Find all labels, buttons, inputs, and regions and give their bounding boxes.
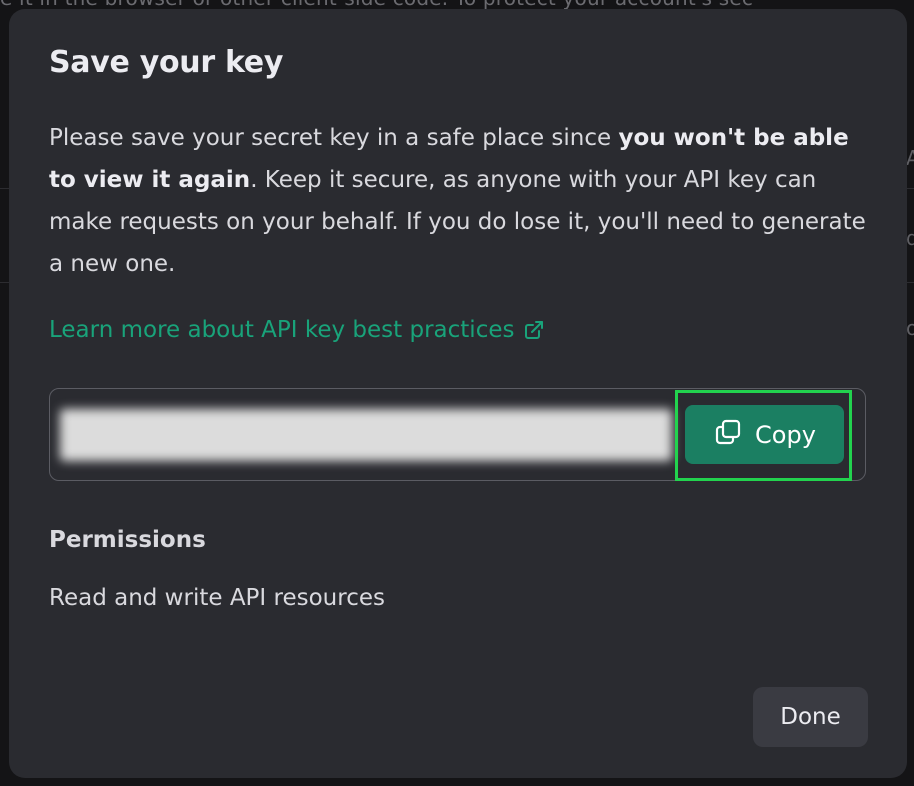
dialog-title: Save your key	[49, 45, 284, 80]
description-text-start: Please save your secret key in a safe pl…	[49, 125, 619, 151]
permissions-value: Read and write API resources	[49, 585, 385, 611]
redacted-key-value	[60, 409, 672, 461]
background-glyph: A	[906, 146, 914, 170]
background-glyph: o	[906, 316, 914, 340]
learn-more-link[interactable]: Learn more about API key best practices	[49, 317, 544, 343]
background-glyph: d	[906, 226, 914, 250]
done-button[interactable]: Done	[753, 687, 868, 747]
copy-icon	[713, 417, 743, 453]
save-key-dialog: Save your key Please save your secret ke…	[9, 9, 907, 778]
copy-key-button[interactable]: Copy	[685, 405, 844, 464]
copy-button-label: Copy	[755, 420, 816, 449]
permissions-label: Permissions	[49, 527, 206, 553]
external-link-icon	[524, 320, 544, 340]
dialog-description: Please save your secret key in a safe pl…	[49, 117, 879, 285]
learn-more-link-label: Learn more about API key best practices	[49, 317, 515, 343]
